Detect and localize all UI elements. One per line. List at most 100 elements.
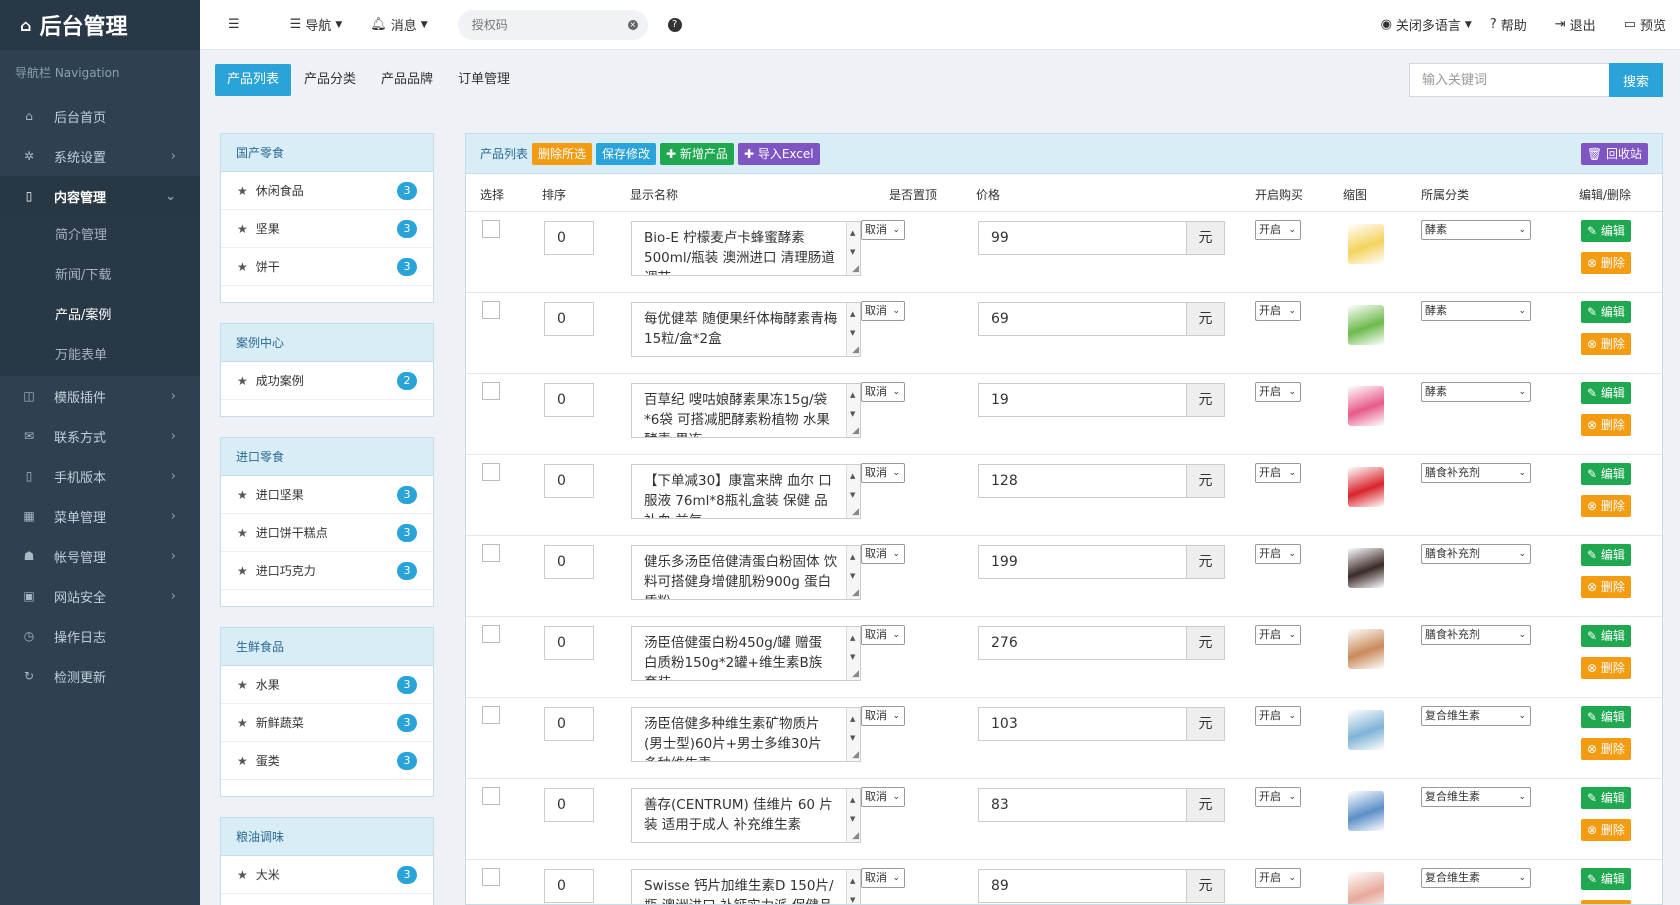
category-item[interactable]: ★ 进口巧克力 3 bbox=[221, 552, 433, 590]
edit-button[interactable]: ✎ 编辑 bbox=[1581, 463, 1631, 485]
row-checkbox[interactable] bbox=[482, 868, 500, 886]
sidebar-subitem-products[interactable]: 产品/案例 bbox=[0, 296, 200, 336]
price-input[interactable]: 276 bbox=[979, 627, 1186, 659]
product-name-textarea[interactable]: Swisse 钙片加维生素D 150片/ 瓶 澳洲进口 补钙实力派 保健品 ◢ bbox=[631, 869, 861, 904]
price-input[interactable]: 19 bbox=[979, 384, 1186, 416]
top-select[interactable]: 取消 ⌄ bbox=[861, 625, 905, 645]
product-thumbnail[interactable] bbox=[1344, 546, 1388, 590]
sidebar-subitem-intro[interactable]: 简介管理 bbox=[0, 216, 200, 256]
category-box-title[interactable]: 进口零食 bbox=[221, 438, 433, 476]
category-item[interactable]: ★ 成功案例 2 bbox=[221, 362, 433, 400]
top-select[interactable]: 取消 ⌄ bbox=[861, 868, 905, 888]
product-thumbnail[interactable] bbox=[1344, 384, 1388, 428]
category-box-title[interactable]: 国产零食 bbox=[221, 134, 433, 172]
category-select[interactable]: 复合维生素 ⌄ bbox=[1421, 868, 1531, 888]
resize-grip-icon[interactable]: ◢ bbox=[852, 832, 859, 841]
resize-grip-icon[interactable]: ◢ bbox=[852, 346, 859, 355]
price-input[interactable]: 128 bbox=[979, 465, 1186, 497]
menu-toggle-icon[interactable]: ☰ bbox=[228, 17, 240, 32]
price-input[interactable]: 99 bbox=[979, 222, 1186, 254]
sort-input[interactable] bbox=[544, 221, 594, 255]
sidebar-subitem-forms[interactable]: 万能表单 bbox=[0, 336, 200, 376]
product-name-textarea[interactable]: 汤臣倍健多种维生素矿物质片 (男士型)60片+男士多维30片 多种维生素 ◢ bbox=[631, 707, 861, 762]
category-item[interactable]: ★ 蛋类 3 bbox=[221, 742, 433, 780]
logout-link[interactable]: ⇥ 退出 bbox=[1555, 15, 1596, 34]
sort-input[interactable] bbox=[544, 626, 594, 660]
recycle-bin-button[interactable]: 🗑︎ 回收站 bbox=[1580, 142, 1648, 165]
product-thumbnail[interactable] bbox=[1344, 303, 1388, 347]
buy-select[interactable]: 开启 ⌄ bbox=[1255, 706, 1301, 726]
price-input[interactable]: 83 bbox=[979, 789, 1186, 821]
edit-button[interactable]: ✎ 编辑 bbox=[1581, 706, 1631, 728]
product-name-textarea[interactable]: 汤臣倍健蛋白粉450g/罐 赠蛋 白质粉150g*2罐+维生素B族 套装 ◢ bbox=[631, 626, 861, 681]
sidebar-item-logs[interactable]: ◷ 操作日志 bbox=[0, 616, 200, 656]
edit-button[interactable]: ✎ 编辑 bbox=[1581, 868, 1631, 890]
resize-grip-icon[interactable]: ◢ bbox=[852, 670, 859, 679]
row-checkbox[interactable] bbox=[482, 382, 500, 400]
category-item[interactable]: ★ 大米 3 bbox=[221, 856, 433, 894]
buy-select[interactable]: 开启 ⌄ bbox=[1255, 868, 1301, 888]
sidebar-item-mobile[interactable]: ▯ 手机版本 › bbox=[0, 456, 200, 496]
sort-input[interactable] bbox=[544, 788, 594, 822]
category-select[interactable]: 膳食补充剂 ⌄ bbox=[1421, 625, 1531, 645]
category-item[interactable]: ★ 进口饼干糕点 3 bbox=[221, 514, 433, 552]
resize-grip-icon[interactable]: ◢ bbox=[852, 589, 859, 598]
edit-button[interactable]: ✎ 编辑 bbox=[1581, 220, 1631, 242]
category-select[interactable]: 酵素 ⌄ bbox=[1421, 382, 1531, 402]
delete-button[interactable]: ⊗ 删除 bbox=[1581, 252, 1631, 274]
buy-select[interactable]: 开启 ⌄ bbox=[1255, 463, 1301, 483]
product-thumbnail[interactable] bbox=[1344, 222, 1388, 266]
help-circle-icon[interactable]: ? bbox=[667, 17, 682, 32]
price-input[interactable]: 199 bbox=[979, 546, 1186, 578]
resize-grip-icon[interactable]: ◢ bbox=[852, 751, 859, 760]
sort-input[interactable] bbox=[544, 545, 594, 579]
auth-code-input[interactable] bbox=[471, 17, 628, 32]
sort-input[interactable] bbox=[544, 464, 594, 498]
sidebar-item-contact[interactable]: ✉ 联系方式 › bbox=[0, 416, 200, 456]
search-input[interactable] bbox=[1409, 63, 1609, 97]
sort-input[interactable] bbox=[544, 302, 594, 336]
category-select[interactable]: 膳食补充剂 ⌄ bbox=[1421, 544, 1531, 564]
product-name-textarea[interactable]: 百草纪 嗖咕娘酵素果冻15g/袋*6袋 可搭减肥酵素粉植物 水果酵素 果冻 ◢ bbox=[631, 383, 861, 438]
tab-product-brand[interactable]: 产品品牌 bbox=[369, 64, 445, 96]
edit-button[interactable]: ✎ 编辑 bbox=[1581, 301, 1631, 323]
search-button[interactable]: 搜索 bbox=[1609, 63, 1663, 97]
category-select[interactable]: 酵素 ⌄ bbox=[1421, 301, 1531, 321]
sidebar-item-menu[interactable]: ▦ 菜单管理 › bbox=[0, 496, 200, 536]
category-item[interactable]: ★ 进口坚果 3 bbox=[221, 476, 433, 514]
add-product-button[interactable]: ✚ 新增产品 bbox=[660, 142, 734, 165]
delete-selected-button[interactable]: 删除所选 bbox=[532, 142, 593, 165]
category-select[interactable]: 膳食补充剂 ⌄ bbox=[1421, 463, 1531, 483]
brand[interactable]: ⌂ 后台管理 bbox=[0, 0, 200, 50]
buy-select[interactable]: 开启 ⌄ bbox=[1255, 787, 1301, 807]
delete-button[interactable]: ⊗ 删除 bbox=[1581, 333, 1631, 355]
resize-grip-icon[interactable]: ◢ bbox=[852, 427, 859, 436]
top-select[interactable]: 取消 ⌄ bbox=[861, 544, 905, 564]
sidebar-item-security[interactable]: ▣ 网站安全 › bbox=[0, 576, 200, 616]
product-name-textarea[interactable]: 善存(CENTRUM) 佳维片 60 片装 适用于成人 补充维生素 ◢ bbox=[631, 788, 861, 843]
buy-select[interactable]: 开启 ⌄ bbox=[1255, 544, 1301, 564]
sort-input[interactable] bbox=[544, 869, 594, 903]
sidebar-item-accounts[interactable]: ☗ 帐号管理 › bbox=[0, 536, 200, 576]
sidebar-item-home[interactable]: ⌂ 后台首页 bbox=[0, 96, 200, 136]
price-input[interactable]: 103 bbox=[979, 708, 1186, 740]
delete-button[interactable]: ⊗ 删除 bbox=[1581, 819, 1631, 841]
row-checkbox[interactable] bbox=[482, 625, 500, 643]
edit-button[interactable]: ✎ 编辑 bbox=[1581, 787, 1631, 809]
save-changes-button[interactable]: 保存修改 bbox=[596, 142, 657, 165]
edit-button[interactable]: ✎ 编辑 bbox=[1581, 544, 1631, 566]
edit-button[interactable]: ✎ 编辑 bbox=[1581, 382, 1631, 404]
delete-button[interactable]: ⊗ 删除 bbox=[1581, 576, 1631, 598]
edit-button[interactable]: ✎ 编辑 bbox=[1581, 625, 1631, 647]
delete-button[interactable]: ⊗ 删除 bbox=[1581, 657, 1631, 679]
product-thumbnail[interactable] bbox=[1344, 789, 1388, 833]
product-thumbnail[interactable] bbox=[1344, 870, 1388, 904]
price-input[interactable]: 89 bbox=[979, 870, 1186, 902]
messages-dropdown[interactable]: 🔔︎ 消息 ▼ bbox=[370, 15, 427, 34]
help-link[interactable]: ? 帮助 bbox=[1490, 15, 1527, 34]
category-item[interactable]: ★ 休闲食品 3 bbox=[221, 172, 433, 210]
row-checkbox[interactable] bbox=[482, 301, 500, 319]
delete-button[interactable]: ⊗ 删除 bbox=[1581, 900, 1631, 904]
category-box-title[interactable]: 粮油调味 bbox=[221, 818, 433, 856]
clear-icon[interactable]: × bbox=[627, 19, 638, 30]
